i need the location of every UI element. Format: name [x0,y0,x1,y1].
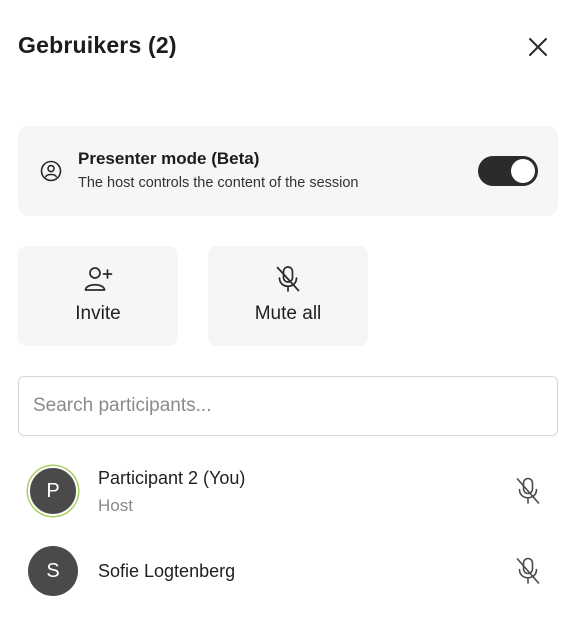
user-circle-icon [40,160,62,182]
participant-role: Host [98,496,133,515]
mic-off-icon[interactable] [514,476,542,506]
presenter-mode-toggle[interactable] [478,156,538,186]
avatar: S [28,546,78,596]
presenter-mode-title: Presenter mode (Beta) [78,149,260,168]
search-box [18,376,558,436]
user-plus-icon [84,267,113,291]
participant-name: Participant 2 (You) [98,468,246,488]
avatar: P [28,466,78,516]
participants-panel: Gebruikers (2) Presenter mode (Beta) The… [0,0,571,643]
mute-all-label: Mute all [254,303,322,324]
participant-name: Sofie Logtenberg [98,561,236,581]
close-icon [529,38,547,56]
mute-all-button[interactable]: Mute all [208,246,368,346]
mic-off-icon[interactable] [514,556,542,586]
invite-label: Invite [75,303,121,324]
search-input[interactable] [19,377,557,435]
participant-row[interactable]: P Participant 2 (You) Host [18,461,558,521]
presenter-mode-description: The host controls the content of the ses… [78,175,359,191]
mic-off-icon [276,266,300,292]
presenter-mode-card: Presenter mode (Beta) The host controls … [18,126,558,216]
close-button[interactable] [523,32,553,62]
participant-row[interactable]: S Sofie Logtenberg [18,541,558,601]
panel-header: Gebruikers (2) [18,30,553,64]
panel-title: Gebruikers (2) [18,32,177,58]
toggle-knob [511,159,535,183]
invite-button[interactable]: Invite [18,246,178,346]
